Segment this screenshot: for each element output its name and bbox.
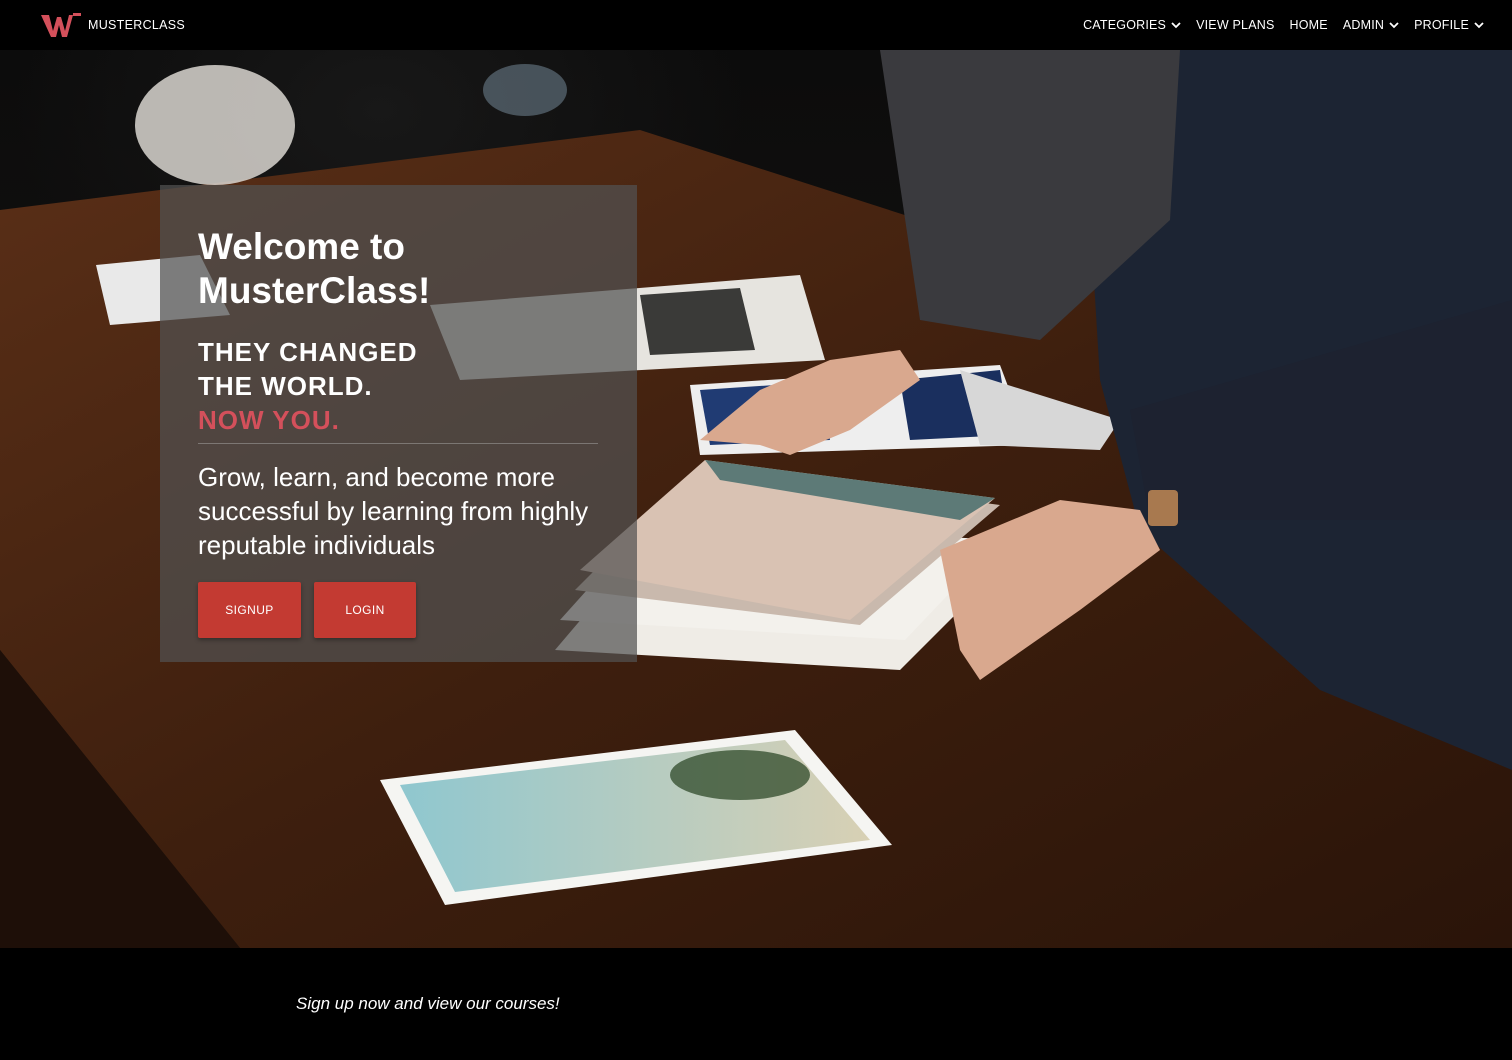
hero-description: Grow, learn, and become more successful … bbox=[198, 462, 589, 560]
login-button[interactable]: LOGIN bbox=[314, 582, 416, 638]
page-title: Welcome to MusterClass! bbox=[198, 226, 431, 311]
hero-section: Welcome to MusterClass! THEY CHANGED THE… bbox=[0, 50, 1512, 948]
nav-admin-label: ADMIN bbox=[1342, 18, 1385, 32]
chevron-down-icon bbox=[1474, 21, 1484, 28]
nav-profile-label: PROFILE bbox=[1414, 18, 1469, 32]
nav-menu: CATEGORIES VIEW PLANS HOME ADMIN PROFILE bbox=[1068, 0, 1484, 50]
chevron-down-icon bbox=[1171, 21, 1181, 28]
nav-categories-label: CATEGORIES bbox=[1083, 18, 1167, 32]
welcome-card: Welcome to MusterClass! THEY CHANGED THE… bbox=[160, 185, 637, 662]
tagline: THEY CHANGED THE WORLD. NOW YOU. bbox=[198, 335, 599, 437]
divider bbox=[198, 443, 598, 444]
musterclass-logo-icon bbox=[41, 13, 81, 37]
brand-link[interactable]: MUSTERCLASS bbox=[40, 12, 185, 38]
tagline-line-2: THE WORLD. bbox=[198, 371, 373, 401]
nav-categories-dropdown[interactable]: CATEGORIES bbox=[1083, 18, 1181, 32]
tagline-highlight: NOW YOU. bbox=[198, 405, 340, 435]
nav-profile-dropdown[interactable]: PROFILE bbox=[1414, 18, 1484, 32]
nav-home[interactable]: HOME bbox=[1290, 18, 1328, 32]
brand-name: MUSTERCLASS bbox=[88, 18, 186, 32]
navbar: MUSTERCLASS CATEGORIES VIEW PLANS HOME A… bbox=[0, 0, 1512, 50]
tagline-line-1: THEY CHANGED bbox=[198, 337, 418, 367]
hero-actions: SIGNUP LOGIN bbox=[198, 582, 599, 638]
footer-callout: Sign up now and view our courses! bbox=[296, 994, 560, 1013]
nav-view-plans[interactable]: VIEW PLANS bbox=[1196, 18, 1274, 32]
footer: Sign up now and view our courses! bbox=[0, 948, 1512, 1060]
signup-button[interactable]: SIGNUP bbox=[198, 582, 301, 638]
nav-admin-dropdown[interactable]: ADMIN bbox=[1343, 18, 1399, 32]
chevron-down-icon bbox=[1389, 21, 1399, 28]
